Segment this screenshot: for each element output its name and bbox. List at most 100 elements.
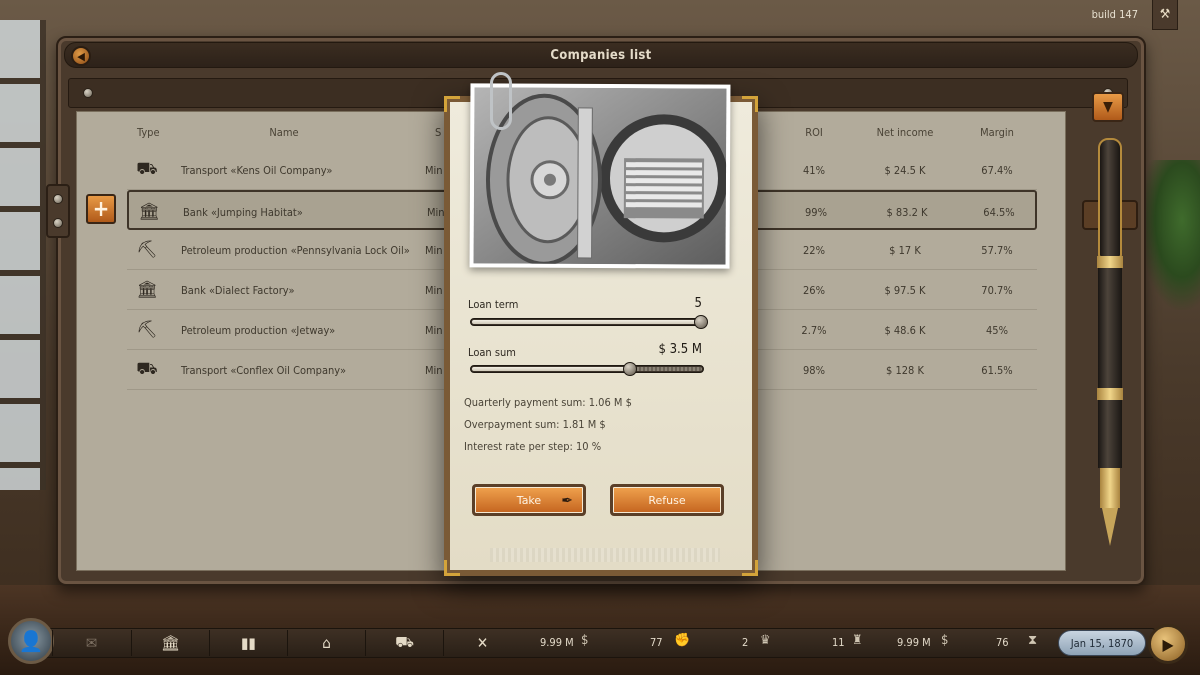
company-net-income: $ 17 K <box>889 244 921 257</box>
header-net-income[interactable]: Net income <box>877 126 934 139</box>
header-type[interactable]: Type <box>137 126 160 139</box>
nav-tab-bank[interactable]: 🏛 <box>131 630 209 656</box>
company-col3: Min <box>425 164 443 177</box>
building-icon: ⌂ <box>322 634 331 652</box>
stat-2: 77 <box>650 636 663 649</box>
panel-title-bar: ◀ Companies list <box>64 42 1138 68</box>
company-margin: 64.5% <box>983 206 1015 219</box>
company-roi: 26% <box>803 284 825 297</box>
company-col3: Min <box>427 206 445 219</box>
loan-dialog: Loan term 5 Loan sum $ 3.5 M Quarterly p… <box>444 72 758 576</box>
rivet-icon <box>53 218 63 228</box>
fountain-pen-icon <box>1094 138 1126 548</box>
company-roi: 2.7% <box>801 324 827 337</box>
header-roi[interactable]: ROI <box>805 126 823 139</box>
play-button[interactable]: ▶ <box>1148 624 1188 664</box>
company-col3: Min <box>425 284 443 297</box>
loan-term-slider[interactable] <box>470 315 708 329</box>
interest-rate-text: Interest rate per step: 10 % <box>464 440 602 453</box>
company-name: Transport «Kens Oil Company» <box>181 164 333 177</box>
decorative-guilloche <box>490 548 720 562</box>
company-name: Bank «Dialect Factory» <box>181 284 295 297</box>
stat-6: 76 <box>996 636 1009 649</box>
corner-ornament <box>444 96 460 112</box>
company-margin: 67.4% <box>981 164 1013 177</box>
money-bag-icon: $ <box>581 633 589 648</box>
build-label: build 147 <box>1091 8 1138 21</box>
rivet-icon <box>53 194 63 204</box>
person-icon: 👤 <box>18 629 44 653</box>
background-plant <box>1140 160 1200 310</box>
back-arrow-icon: ◀ <box>77 49 85 63</box>
mail-icon: ✉ <box>85 634 98 652</box>
loan-sum-slider[interactable] <box>470 362 704 376</box>
paper-clip-icon <box>490 72 512 130</box>
company-roi: 22% <box>803 244 825 257</box>
stat-4: 11 <box>832 636 845 649</box>
tanker-truck-icon: ⛟ <box>136 359 158 379</box>
company-name: Petroleum production «Jetway» <box>181 324 336 337</box>
oil-pump-icon: ⛏ <box>136 240 158 260</box>
loan-sum-value: $ 3.5 M <box>658 342 702 357</box>
refuse-button[interactable]: Refuse <box>610 484 724 516</box>
stat-money-2: 9.99 M <box>897 636 931 649</box>
crown-icon: ♛ <box>760 633 771 648</box>
stat-3: 2 <box>742 636 749 649</box>
background-window <box>0 20 46 490</box>
oil-pump-icon: ⛏ <box>136 320 158 340</box>
company-col3: Min <box>425 244 443 257</box>
company-roi: 41% <box>803 164 825 177</box>
date-display[interactable]: Jan 15, 1870 <box>1058 630 1146 656</box>
wrench-icon: ⚒ <box>1159 7 1171 22</box>
company-margin: 61.5% <box>981 364 1013 377</box>
tanker-truck-icon: ⛟ <box>136 159 158 179</box>
take-button-label: Take <box>516 493 542 507</box>
bar-chart-icon: ▮▮ <box>241 634 256 652</box>
side-hinge <box>46 184 70 238</box>
avatar[interactable]: 👤 <box>8 618 54 664</box>
company-margin: 45% <box>986 324 1008 337</box>
company-name: Transport «Conflex Oil Company» <box>181 364 347 377</box>
quill-icon: ✒ <box>561 493 573 509</box>
filter-button[interactable]: ▼ <box>1092 92 1124 122</box>
slider-handle[interactable] <box>623 362 637 376</box>
bottom-bar: 👤 ✉ 🏛 ▮▮ ⌂ ⛟ ✕ 9.99 M $ 77 ✊ 2 ♛ 11 ♜ 9.… <box>0 614 1200 675</box>
stat-money-1: 9.99 M <box>540 636 574 649</box>
take-button[interactable]: Take ✒ <box>472 484 586 516</box>
company-net-income: $ 83.2 K <box>886 206 928 219</box>
locomotive-icon: ⛟ <box>395 633 414 651</box>
header-name[interactable]: Name <box>269 126 298 139</box>
company-col3: Min <box>425 324 443 337</box>
slider-fill <box>472 367 630 371</box>
dollar-icon: $ <box>941 633 949 648</box>
nav-tab-mail[interactable]: ✉ <box>52 630 130 656</box>
slider-handle[interactable] <box>694 315 708 329</box>
company-net-income: $ 97.5 K <box>884 284 926 297</box>
company-roi: 99% <box>805 206 827 219</box>
nav-tab-buildings[interactable]: ⌂ <box>287 630 365 656</box>
nav-tab-charts[interactable]: ▮▮ <box>209 630 287 656</box>
header-margin[interactable]: Margin <box>980 126 1014 139</box>
bank-icon: 🏛 <box>160 634 181 652</box>
corner-ornament <box>742 560 758 576</box>
hourglass-icon: ⧗ <box>1028 633 1038 648</box>
company-name: Bank «Jumping Habitat» <box>183 206 303 219</box>
overpayment-text: Overpayment sum: 1.81 M $ <box>464 418 606 431</box>
nav-tab-network[interactable]: ✕ <box>443 630 521 656</box>
corner-ornament <box>444 560 460 576</box>
add-company-button[interactable]: + <box>86 194 116 224</box>
profile-tab[interactable]: ⚒ <box>1152 0 1178 30</box>
quarterly-payment-text: Quarterly payment sum: 1.06 M $ <box>464 396 632 409</box>
company-col3: Min <box>425 364 443 377</box>
header-col3[interactable]: S <box>435 126 441 139</box>
plus-icon: + <box>92 196 110 222</box>
company-name: Petroleum production «Pennsylvania Lock … <box>181 244 410 257</box>
bank-icon: 🏛 <box>136 280 158 300</box>
tower-icon: ♜ <box>852 633 863 648</box>
company-net-income: $ 48.6 K <box>884 324 926 337</box>
nav-tab-transport[interactable]: ⛟ <box>365 630 443 656</box>
loan-sum-label: Loan sum <box>468 346 516 359</box>
fist-icon: ✊ <box>674 633 691 648</box>
back-button[interactable]: ◀ <box>71 46 91 66</box>
date-text: Jan 15, 1870 <box>1070 636 1134 650</box>
